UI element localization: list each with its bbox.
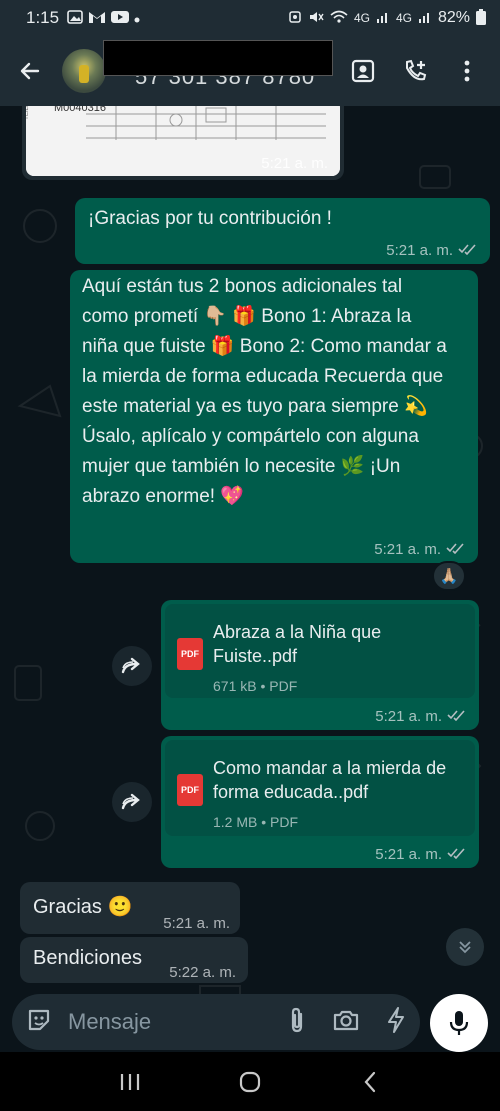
notification-dot-icon <box>134 11 140 26</box>
contact-name-redacted[interactable] <box>103 40 333 76</box>
wifi-icon <box>330 10 348 27</box>
mute-icon <box>308 10 324 27</box>
paperclip-icon <box>291 1007 303 1032</box>
document-card[interactable]: PDF Abraza a la Niña que Fuiste..pdf 671… <box>165 604 475 698</box>
message-text: Gracias 🙂 <box>33 896 133 918</box>
message-input[interactable] <box>68 1009 248 1035</box>
document-title: Como mandar a la mierda de forma educada… <box>213 758 447 802</box>
gmail-icon <box>88 10 106 27</box>
back-arrow-icon <box>20 62 40 80</box>
message-meta: 5:21 a. m. <box>375 846 467 863</box>
network-2-label: 4G <box>395 11 412 25</box>
image-thumbnail[interactable]: YEILIK M0040316 5:21 a. m. <box>26 106 340 176</box>
more-options-button[interactable] <box>452 56 482 86</box>
message-time: 5:21 a. m. <box>163 915 230 932</box>
double-chevron-down-icon <box>459 941 471 954</box>
message-bonus[interactable]: Aquí están tus 2 bonos adicionales tal c… <box>70 270 478 563</box>
pdf-file-icon: PDF <box>177 638 203 670</box>
lightning-bolt-icon <box>388 1006 404 1033</box>
back-button[interactable] <box>0 36 60 106</box>
chat-header: 57 301 387 8780 <box>0 36 500 106</box>
forward-button[interactable] <box>112 782 152 822</box>
video-call-button[interactable] <box>348 56 378 86</box>
signal-2-icon <box>418 10 432 27</box>
message-time: 5:21 a. m. <box>375 708 442 725</box>
status-bar: 1:15 4G 4G 82% <box>0 0 500 36</box>
sticker-button[interactable] <box>26 1007 52 1038</box>
contact-card-icon <box>351 59 375 83</box>
image-message[interactable]: YEILIK M0040316 5:21 a. m. <box>22 106 344 180</box>
kebab-menu-icon <box>464 60 470 82</box>
message-doc-1[interactable]: PDF Abraza a la Niña que Fuiste..pdf 671… <box>161 600 479 730</box>
image-code-text: M0040316 <box>54 106 106 114</box>
svg-text:YEILIK: YEILIK <box>26 106 30 120</box>
voice-message-button[interactable] <box>430 994 488 1052</box>
attach-button[interactable] <box>288 1006 306 1039</box>
message-incoming-bendiciones[interactable]: Bendiciones 5:22 a. m. <box>20 937 248 983</box>
recent-apps-icon <box>120 1073 140 1090</box>
phone-plus-icon <box>406 59 427 81</box>
message-input-container[interactable] <box>12 994 420 1050</box>
read-ticks-icon <box>447 708 467 725</box>
forward-arrow-icon <box>121 657 140 674</box>
message-meta: 5:22 a. m. <box>169 964 236 981</box>
camera-icon <box>333 1010 359 1030</box>
message-time: 5:21 a. m. <box>374 541 441 558</box>
status-time: 1:15 <box>26 8 60 27</box>
system-navigation-bar <box>0 1052 500 1111</box>
camera-button[interactable] <box>332 1008 360 1037</box>
chat-area[interactable]: YEILIK M0040316 5:21 a. m. ¡Gracias por … <box>0 106 500 994</box>
document-info: 671 kB • PDF <box>213 678 298 694</box>
pdf-file-icon: PDF <box>177 774 203 806</box>
add-call-button[interactable] <box>400 56 430 86</box>
message-time: 5:21 a. m. <box>375 846 442 863</box>
message-incoming-gracias[interactable]: Gracias 🙂 5:21 a. m. <box>20 882 240 934</box>
message-meta: 5:21 a. m. <box>375 708 467 725</box>
network-1-label: 4G <box>353 11 370 25</box>
message-text: Bendiciones <box>33 947 142 969</box>
message-text: ¡Gracias por tu contribución ! <box>88 208 332 229</box>
youtube-icon <box>111 10 130 27</box>
message-time: 5:22 a. m. <box>169 964 236 981</box>
forward-button[interactable] <box>112 646 152 686</box>
alarm-icon <box>288 10 302 27</box>
message-text: Aquí están tus 2 bonos adicionales tal c… <box>82 276 447 507</box>
back-chevron-icon <box>364 1071 376 1092</box>
battery-percent: 82% <box>437 9 470 26</box>
contact-avatar[interactable] <box>62 49 106 93</box>
read-ticks-icon <box>447 846 467 863</box>
forward-arrow-icon <box>121 793 140 810</box>
home-icon <box>239 1071 261 1092</box>
emoji-sticker-icon <box>28 1009 50 1030</box>
read-ticks-icon <box>446 541 466 558</box>
scroll-to-bottom-button[interactable] <box>446 928 484 966</box>
home-button[interactable] <box>230 1062 270 1102</box>
read-ticks-icon <box>458 242 478 259</box>
composer <box>0 994 500 1052</box>
document-info: 1.2 MB • PDF <box>213 814 299 830</box>
message-meta: 5:21 a. m. <box>374 541 466 558</box>
image-time: 5:21 a. m. <box>261 155 328 172</box>
quick-reply-button[interactable] <box>386 1006 406 1039</box>
gallery-icon <box>67 9 83 27</box>
message-doc-2[interactable]: PDF Como mandar a la mierda de forma edu… <box>161 736 479 868</box>
document-title: Abraza a la Niña que Fuiste..pdf <box>213 622 382 666</box>
message-meta: 5:21 a. m. <box>163 915 230 932</box>
recent-apps-button[interactable] <box>110 1062 150 1102</box>
message-reaction[interactable]: 🙏🏼 <box>432 561 466 591</box>
battery-icon <box>476 8 486 28</box>
message-meta: 5:21 a. m. <box>386 242 478 259</box>
signal-1-icon <box>376 10 390 27</box>
system-back-button[interactable] <box>350 1062 390 1102</box>
microphone-icon <box>449 1011 469 1035</box>
document-card[interactable]: PDF Como mandar a la mierda de forma edu… <box>165 740 475 836</box>
message-time: 5:21 a. m. <box>386 242 453 259</box>
message-thanks[interactable]: ¡Gracias por tu contribución ! 5:21 a. m… <box>75 198 490 264</box>
